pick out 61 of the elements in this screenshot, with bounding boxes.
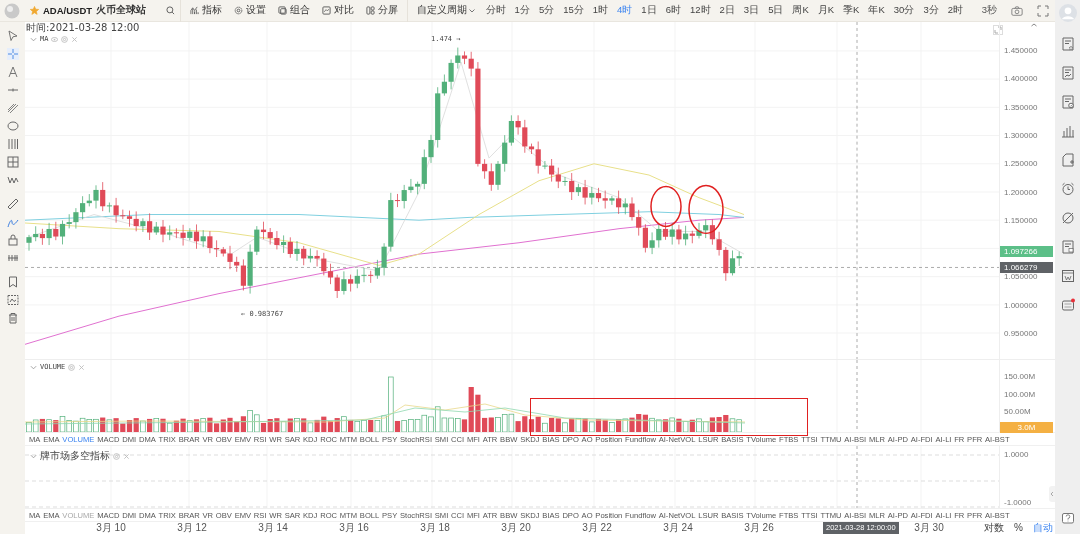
axis-tick-label: 1.000000 [1004, 300, 1038, 310]
period-tab[interactable]: 3日 [741, 4, 762, 17]
axis-tick-label: 1.450000 [1004, 46, 1038, 55]
scale-option[interactable]: % [1014, 522, 1023, 534]
toolbar-button[interactable]: 设置 [230, 4, 271, 17]
symbol-name[interactable]: ADA/USDT [43, 5, 93, 16]
axis-tick-label: 1.400000 [1004, 74, 1038, 84]
date-label: 3月 24 [663, 522, 693, 534]
axis-tick-label: 1.350000 [1004, 102, 1038, 112]
axis-tick-label: 1.300000 [1004, 130, 1038, 140]
period-tab[interactable]: 2日 [717, 4, 738, 17]
axis-tick-label: 50.00M [1004, 407, 1031, 416]
axis-tick-label: 150.00M [1004, 372, 1036, 381]
exchange-name: 火币全球站 [96, 4, 147, 17]
period-tab[interactable]: 周K [789, 4, 812, 17]
period-tab[interactable]: 1日 [638, 4, 660, 17]
period-dropdown[interactable]: 自定义周期 [413, 4, 480, 17]
period-tab[interactable]: 1时 [590, 4, 611, 17]
date-label: 3月 22 [582, 522, 612, 534]
period-tab[interactable]: 15分 [560, 4, 587, 17]
period-tab[interactable]: 3分 [920, 4, 942, 17]
toolbar-button[interactable]: 分屏 [362, 4, 403, 17]
date-label: 3月 20 [501, 522, 531, 534]
period-tab[interactable]: 月K [815, 4, 837, 17]
axis-tick-label: 1.050000 [1004, 272, 1038, 282]
time-label: 时间:2021-03-28 12:00 [26, 21, 140, 35]
period-tab[interactable]: 12时 [687, 4, 714, 17]
toolbar-button[interactable]: 指标 [186, 4, 227, 17]
date-label: 3月 16 [339, 522, 369, 534]
axis-tick-label: -1.0000 [1004, 498, 1032, 507]
period-tab[interactable]: 5日 [765, 4, 786, 17]
axis-tick-label: 0.950000 [1004, 329, 1038, 338]
period-tab[interactable]: 6时 [663, 4, 684, 17]
period-tab[interactable]: 年K [865, 4, 888, 17]
period-tab[interactable]: 1分 [512, 4, 533, 17]
period-tab[interactable]: 5分 [536, 4, 557, 17]
period-tab[interactable]: 季K [840, 4, 862, 17]
date-label: 3月 30 [914, 522, 944, 534]
date-label: 3月 26 [744, 522, 774, 534]
volume-tag: 3.0M [1000, 422, 1053, 433]
period-tab[interactable]: 4时 [614, 4, 635, 17]
period-tab[interactable]: 30分 [891, 4, 917, 17]
axis-tick-label: 100.00M [1004, 389, 1036, 399]
period-tab[interactable]: 分时 [483, 4, 509, 17]
axis-tick-label: 1.250000 [1004, 159, 1038, 169]
scale-option[interactable]: 自动 [1033, 522, 1053, 534]
axis-tick-label: 1.0000 [1004, 450, 1029, 459]
indicator-name: 牌市场多空指标 [40, 449, 110, 463]
toolbar-button[interactable]: 对比 [318, 4, 359, 17]
refresh-interval[interactable]: 3秒 [981, 4, 997, 17]
date-label: 3月 12 [177, 522, 207, 534]
axis-tick-label: 1.200000 [1004, 187, 1038, 197]
axis-tick-label: 1.150000 [1004, 215, 1038, 225]
period-tab[interactable]: 2时 [945, 4, 966, 17]
price-tag: 1.097266 [1000, 246, 1053, 257]
date-label: 3月 14 [258, 522, 288, 534]
toolbar-button[interactable]: 组合 [274, 4, 315, 17]
price-tag: 1.066279 [1000, 262, 1053, 273]
scale-option[interactable]: 对数 [984, 522, 1005, 534]
date-label: 3月 18 [420, 522, 450, 534]
date-label: 3月 10 [96, 522, 126, 534]
